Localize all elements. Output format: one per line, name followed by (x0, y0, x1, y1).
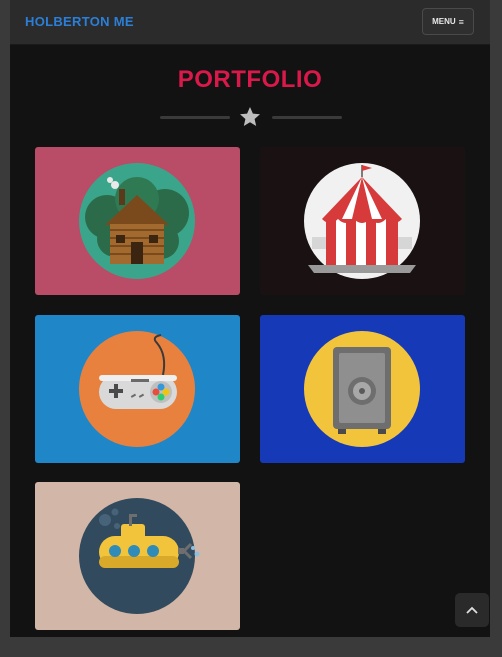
divider-line-left (160, 116, 230, 119)
portfolio-item-gamepad[interactable] (35, 315, 240, 463)
portfolio-item-safe-bg (260, 315, 465, 463)
portfolio-item-cabin-bg (35, 147, 240, 295)
star-icon (240, 107, 260, 126)
portfolio-item-cabin[interactable] (35, 147, 240, 295)
section-title: PORTFOLIO (177, 66, 323, 93)
portfolio-item-circus[interactable] (260, 147, 465, 295)
game-controller-icon (79, 331, 195, 447)
navbar: HOLBERTON ME MENU ≡ (10, 0, 490, 44)
circus-tent-icon (304, 163, 420, 279)
page: HOLBERTON ME MENU ≡ PORTFOLIO (10, 0, 490, 637)
hamburger-icon: ≡ (458, 16, 464, 27)
portfolio-item-circus-bg (260, 147, 465, 295)
portfolio-item-safe[interactable] (260, 315, 465, 463)
section-divider (10, 107, 490, 129)
portfolio-item-gamepad-bg (35, 315, 240, 463)
log-cabin-icon (79, 163, 195, 279)
safe-icon (304, 331, 420, 447)
menu-button-label: MENU (432, 17, 456, 26)
portfolio-item-submarine[interactable] (35, 482, 240, 630)
brand-link[interactable]: HOLBERTON ME (25, 14, 134, 29)
divider-line-right (272, 116, 342, 119)
menu-button[interactable]: MENU ≡ (422, 8, 474, 35)
chevron-up-icon (466, 606, 478, 614)
portfolio-item-submarine-bg (35, 482, 240, 630)
scroll-to-top-button[interactable] (455, 593, 489, 627)
